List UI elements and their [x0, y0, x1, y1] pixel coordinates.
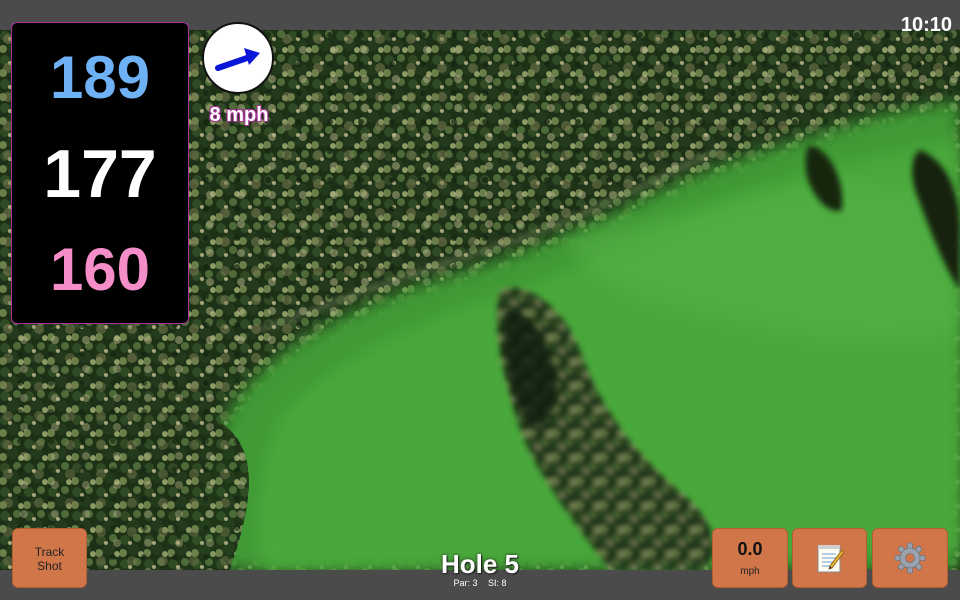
settings-button[interactable] — [872, 528, 948, 588]
golf-gps-screen: 10:10 189 177 160 8 mph Track Shot Hole … — [0, 0, 960, 600]
arrow-right-up-icon — [215, 48, 260, 71]
wind-speed: 8 mph — [209, 104, 269, 126]
hole-info: Par: 3 SI: 8 — [400, 578, 560, 588]
distance-panel: 189 177 160 — [11, 22, 189, 324]
track-shot-label: Track Shot — [13, 545, 86, 573]
notepad-icon — [817, 545, 845, 573]
notes-button[interactable] — [792, 528, 867, 588]
speed-button[interactable]: 0.0 mph — [712, 528, 788, 588]
wind-indicator — [202, 22, 274, 94]
gear-icon — [894, 542, 926, 574]
track-shot-label-line2: Shot — [37, 559, 62, 573]
speed-value: 0.0 — [737, 539, 763, 559]
hole-stroke-index: SI: 8 — [488, 578, 507, 588]
clock: 10:10 — [900, 14, 952, 36]
track-shot-label-line1: Track — [34, 545, 65, 559]
track-shot-button[interactable]: Track Shot — [12, 528, 87, 588]
distance-back-of-green: 189 — [49, 44, 151, 111]
distance-front-of-green: 160 — [49, 236, 151, 303]
speed-unit: mph — [740, 566, 760, 577]
hole-par: Par: 3 — [453, 578, 478, 588]
distance-middle-of-green: 177 — [43, 136, 157, 212]
hole-title: Hole 5 — [440, 549, 520, 579]
